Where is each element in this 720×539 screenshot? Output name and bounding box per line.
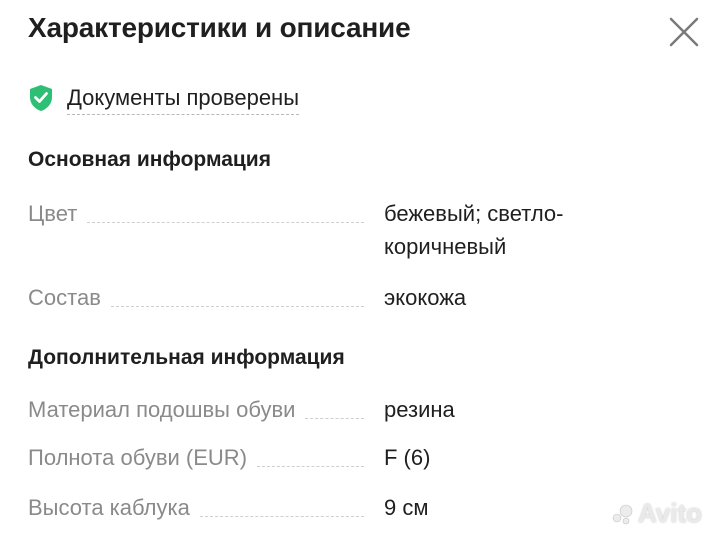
- spec-value: экокожа: [384, 285, 467, 310]
- close-icon: [669, 17, 699, 47]
- watermark-text: Avito: [638, 498, 703, 528]
- shield-check-icon: [30, 85, 52, 111]
- documents-verified[interactable]: Документы проверены: [28, 84, 300, 120]
- close-button[interactable]: [668, 16, 700, 48]
- dotted-leader: [110, 305, 364, 307]
- spec-value: бежевый; светло-коричневый: [384, 201, 564, 259]
- dotted-leader: [305, 417, 364, 419]
- avito-logo-icon: [612, 504, 633, 524]
- spec-key: Полнота обуви (EUR): [28, 445, 248, 470]
- documents-verified-label[interactable]: Документы проверены: [67, 84, 300, 115]
- spec-row: Состав экокожа: [28, 284, 698, 314]
- spec-row: Цвет бежевый; светло-коричневый: [28, 200, 698, 263]
- spec-key: Цвет: [28, 201, 78, 226]
- spec-row: Высота каблука 9 см: [28, 494, 698, 524]
- avito-watermark: Avito: [612, 498, 702, 529]
- dotted-leader: [257, 465, 364, 467]
- spec-value: 9 см: [384, 495, 429, 520]
- dotted-leader: [199, 515, 364, 517]
- dotted-leader: [87, 221, 364, 223]
- section-title-additional: Дополнительная информация: [28, 346, 345, 369]
- spec-key: Состав: [28, 285, 101, 310]
- spec-row: Материал подошвы обуви резина: [28, 396, 698, 426]
- spec-row: Полнота обуви (EUR) F (6): [28, 444, 698, 474]
- spec-key: Материал подошвы обуви: [28, 397, 296, 422]
- section-title-main: Основная информация: [28, 148, 271, 171]
- page-title: Характеристики и описание: [28, 12, 411, 43]
- spec-key: Высота каблука: [28, 495, 190, 520]
- spec-value: F (6): [384, 445, 431, 470]
- spec-value: резина: [384, 397, 455, 422]
